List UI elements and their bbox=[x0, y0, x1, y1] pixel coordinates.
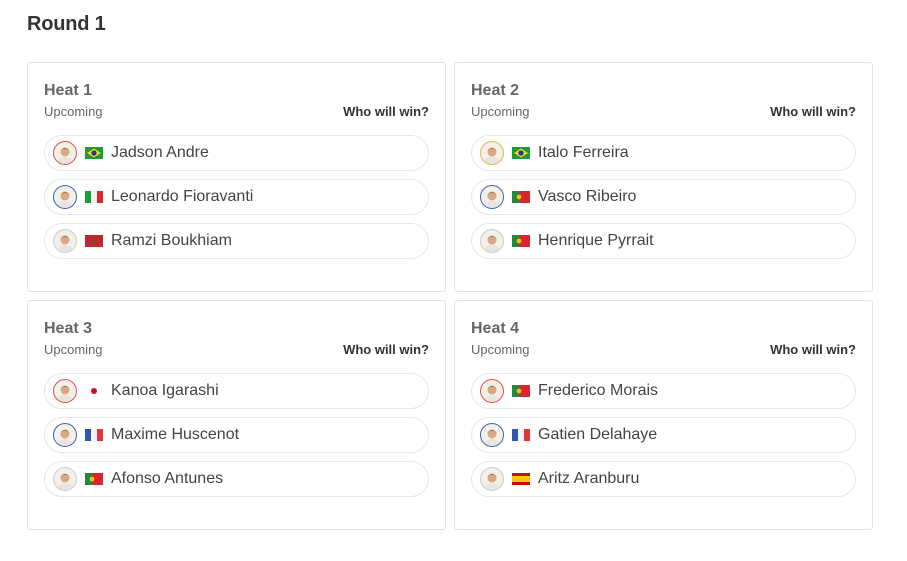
portugal-flag-icon bbox=[512, 385, 530, 397]
surfer-row[interactable]: Gatien Delahaye bbox=[471, 417, 856, 453]
france-flag-icon bbox=[512, 429, 530, 441]
surfer-name: Leonardo Fioravanti bbox=[111, 188, 254, 205]
surfer-avatar bbox=[53, 423, 77, 447]
surfer-name: Afonso Antunes bbox=[111, 470, 224, 487]
who-will-win-button[interactable]: Who will win? bbox=[343, 342, 429, 357]
surfer-photo-icon bbox=[57, 235, 73, 252]
surfer-name: Vasco Ribeiro bbox=[538, 188, 637, 205]
surfer-name: Ramzi Boukhiam bbox=[111, 232, 232, 249]
surfer-photo-icon bbox=[57, 385, 73, 402]
surfer-photo-icon bbox=[57, 473, 73, 490]
heat-card-1: Heat 1 Upcoming Who will win? Jadson And… bbox=[27, 62, 446, 292]
surfer-photo-icon bbox=[57, 191, 73, 208]
surfer-photo-icon bbox=[484, 191, 500, 208]
surfer-row[interactable]: Aritz Aranburu bbox=[471, 461, 856, 497]
surfer-row[interactable]: Kanoa Igarashi bbox=[44, 373, 429, 409]
surfer-avatar bbox=[53, 229, 77, 253]
heat-title: Heat 3 bbox=[44, 320, 93, 337]
heat-status: Upcoming bbox=[44, 104, 103, 119]
who-will-win-button[interactable]: Who will win? bbox=[343, 104, 429, 119]
heat-card-4: Heat 4 Upcoming Who will win? Frederico … bbox=[454, 300, 873, 530]
surfer-avatar bbox=[480, 379, 504, 403]
brazil-flag-icon bbox=[85, 147, 103, 159]
portugal-flag-icon bbox=[512, 235, 530, 247]
surfer-name: Gatien Delahaye bbox=[538, 426, 658, 443]
who-will-win-button[interactable]: Who will win? bbox=[770, 104, 856, 119]
surfer-row[interactable]: Ramzi Boukhiam bbox=[44, 223, 429, 259]
italy-flag-icon bbox=[85, 191, 103, 203]
surfer-row[interactable]: Afonso Antunes bbox=[44, 461, 429, 497]
france-flag-icon bbox=[85, 429, 103, 441]
surfer-row[interactable]: Henrique Pyrrait bbox=[471, 223, 856, 259]
surfer-list: Jadson Andre Leonardo Fioravanti Ramzi B… bbox=[44, 135, 429, 267]
surfer-photo-icon bbox=[484, 147, 500, 164]
surfer-avatar bbox=[53, 467, 77, 491]
surfer-row[interactable]: Italo Ferreira bbox=[471, 135, 856, 171]
heat-title: Heat 1 bbox=[44, 82, 93, 99]
surfer-avatar bbox=[480, 467, 504, 491]
surfer-avatar bbox=[480, 141, 504, 165]
surfer-photo-icon bbox=[484, 473, 500, 490]
heats-grid: Heat 1 Upcoming Who will win? Jadson And… bbox=[27, 62, 873, 530]
heat-status: Upcoming bbox=[471, 342, 530, 357]
surfer-avatar bbox=[53, 185, 77, 209]
surfer-name: Jadson Andre bbox=[111, 144, 209, 161]
who-will-win-button[interactable]: Who will win? bbox=[770, 342, 856, 357]
surfer-photo-icon bbox=[484, 235, 500, 252]
surfer-name: Italo Ferreira bbox=[538, 144, 629, 161]
morocco-flag-icon bbox=[85, 235, 103, 247]
surfer-name: Aritz Aranburu bbox=[538, 470, 640, 487]
heat-status: Upcoming bbox=[44, 342, 103, 357]
heat-card-2: Heat 2 Upcoming Who will win? Italo Ferr… bbox=[454, 62, 873, 292]
surfer-row[interactable]: Jadson Andre bbox=[44, 135, 429, 171]
surfer-avatar bbox=[53, 141, 77, 165]
surfer-name: Maxime Huscenot bbox=[111, 426, 240, 443]
surfer-avatar bbox=[480, 185, 504, 209]
portugal-flag-icon bbox=[85, 473, 103, 485]
surfer-name: Henrique Pyrrait bbox=[538, 232, 654, 249]
surfer-list: Kanoa Igarashi Maxime Huscenot Afonso An… bbox=[44, 373, 429, 505]
surfer-photo-icon bbox=[57, 147, 73, 164]
surfer-photo-icon bbox=[484, 429, 500, 446]
round-title: Round 1 bbox=[27, 13, 106, 35]
brazil-flag-icon bbox=[512, 147, 530, 159]
spain-flag-icon bbox=[512, 473, 530, 485]
surfer-photo-icon bbox=[484, 385, 500, 402]
surfer-name: Kanoa Igarashi bbox=[111, 382, 219, 399]
surfer-avatar bbox=[480, 229, 504, 253]
surfer-row[interactable]: Leonardo Fioravanti bbox=[44, 179, 429, 215]
heat-title: Heat 4 bbox=[471, 320, 520, 337]
surfer-list: Frederico Morais Gatien Delahaye Aritz A… bbox=[471, 373, 856, 505]
heat-title: Heat 2 bbox=[471, 82, 520, 99]
surfer-row[interactable]: Vasco Ribeiro bbox=[471, 179, 856, 215]
heat-card-3: Heat 3 Upcoming Who will win? Kanoa Igar… bbox=[27, 300, 446, 530]
portugal-flag-icon bbox=[512, 191, 530, 203]
japan-flag-icon bbox=[85, 385, 103, 397]
surfer-photo-icon bbox=[57, 429, 73, 446]
surfer-avatar bbox=[480, 423, 504, 447]
surfer-row[interactable]: Frederico Morais bbox=[471, 373, 856, 409]
surfer-row[interactable]: Maxime Huscenot bbox=[44, 417, 429, 453]
surfer-name: Frederico Morais bbox=[538, 382, 659, 399]
surfer-avatar bbox=[53, 379, 77, 403]
heat-status: Upcoming bbox=[471, 104, 530, 119]
surfer-list: Italo Ferreira Vasco Ribeiro Henrique Py… bbox=[471, 135, 856, 267]
